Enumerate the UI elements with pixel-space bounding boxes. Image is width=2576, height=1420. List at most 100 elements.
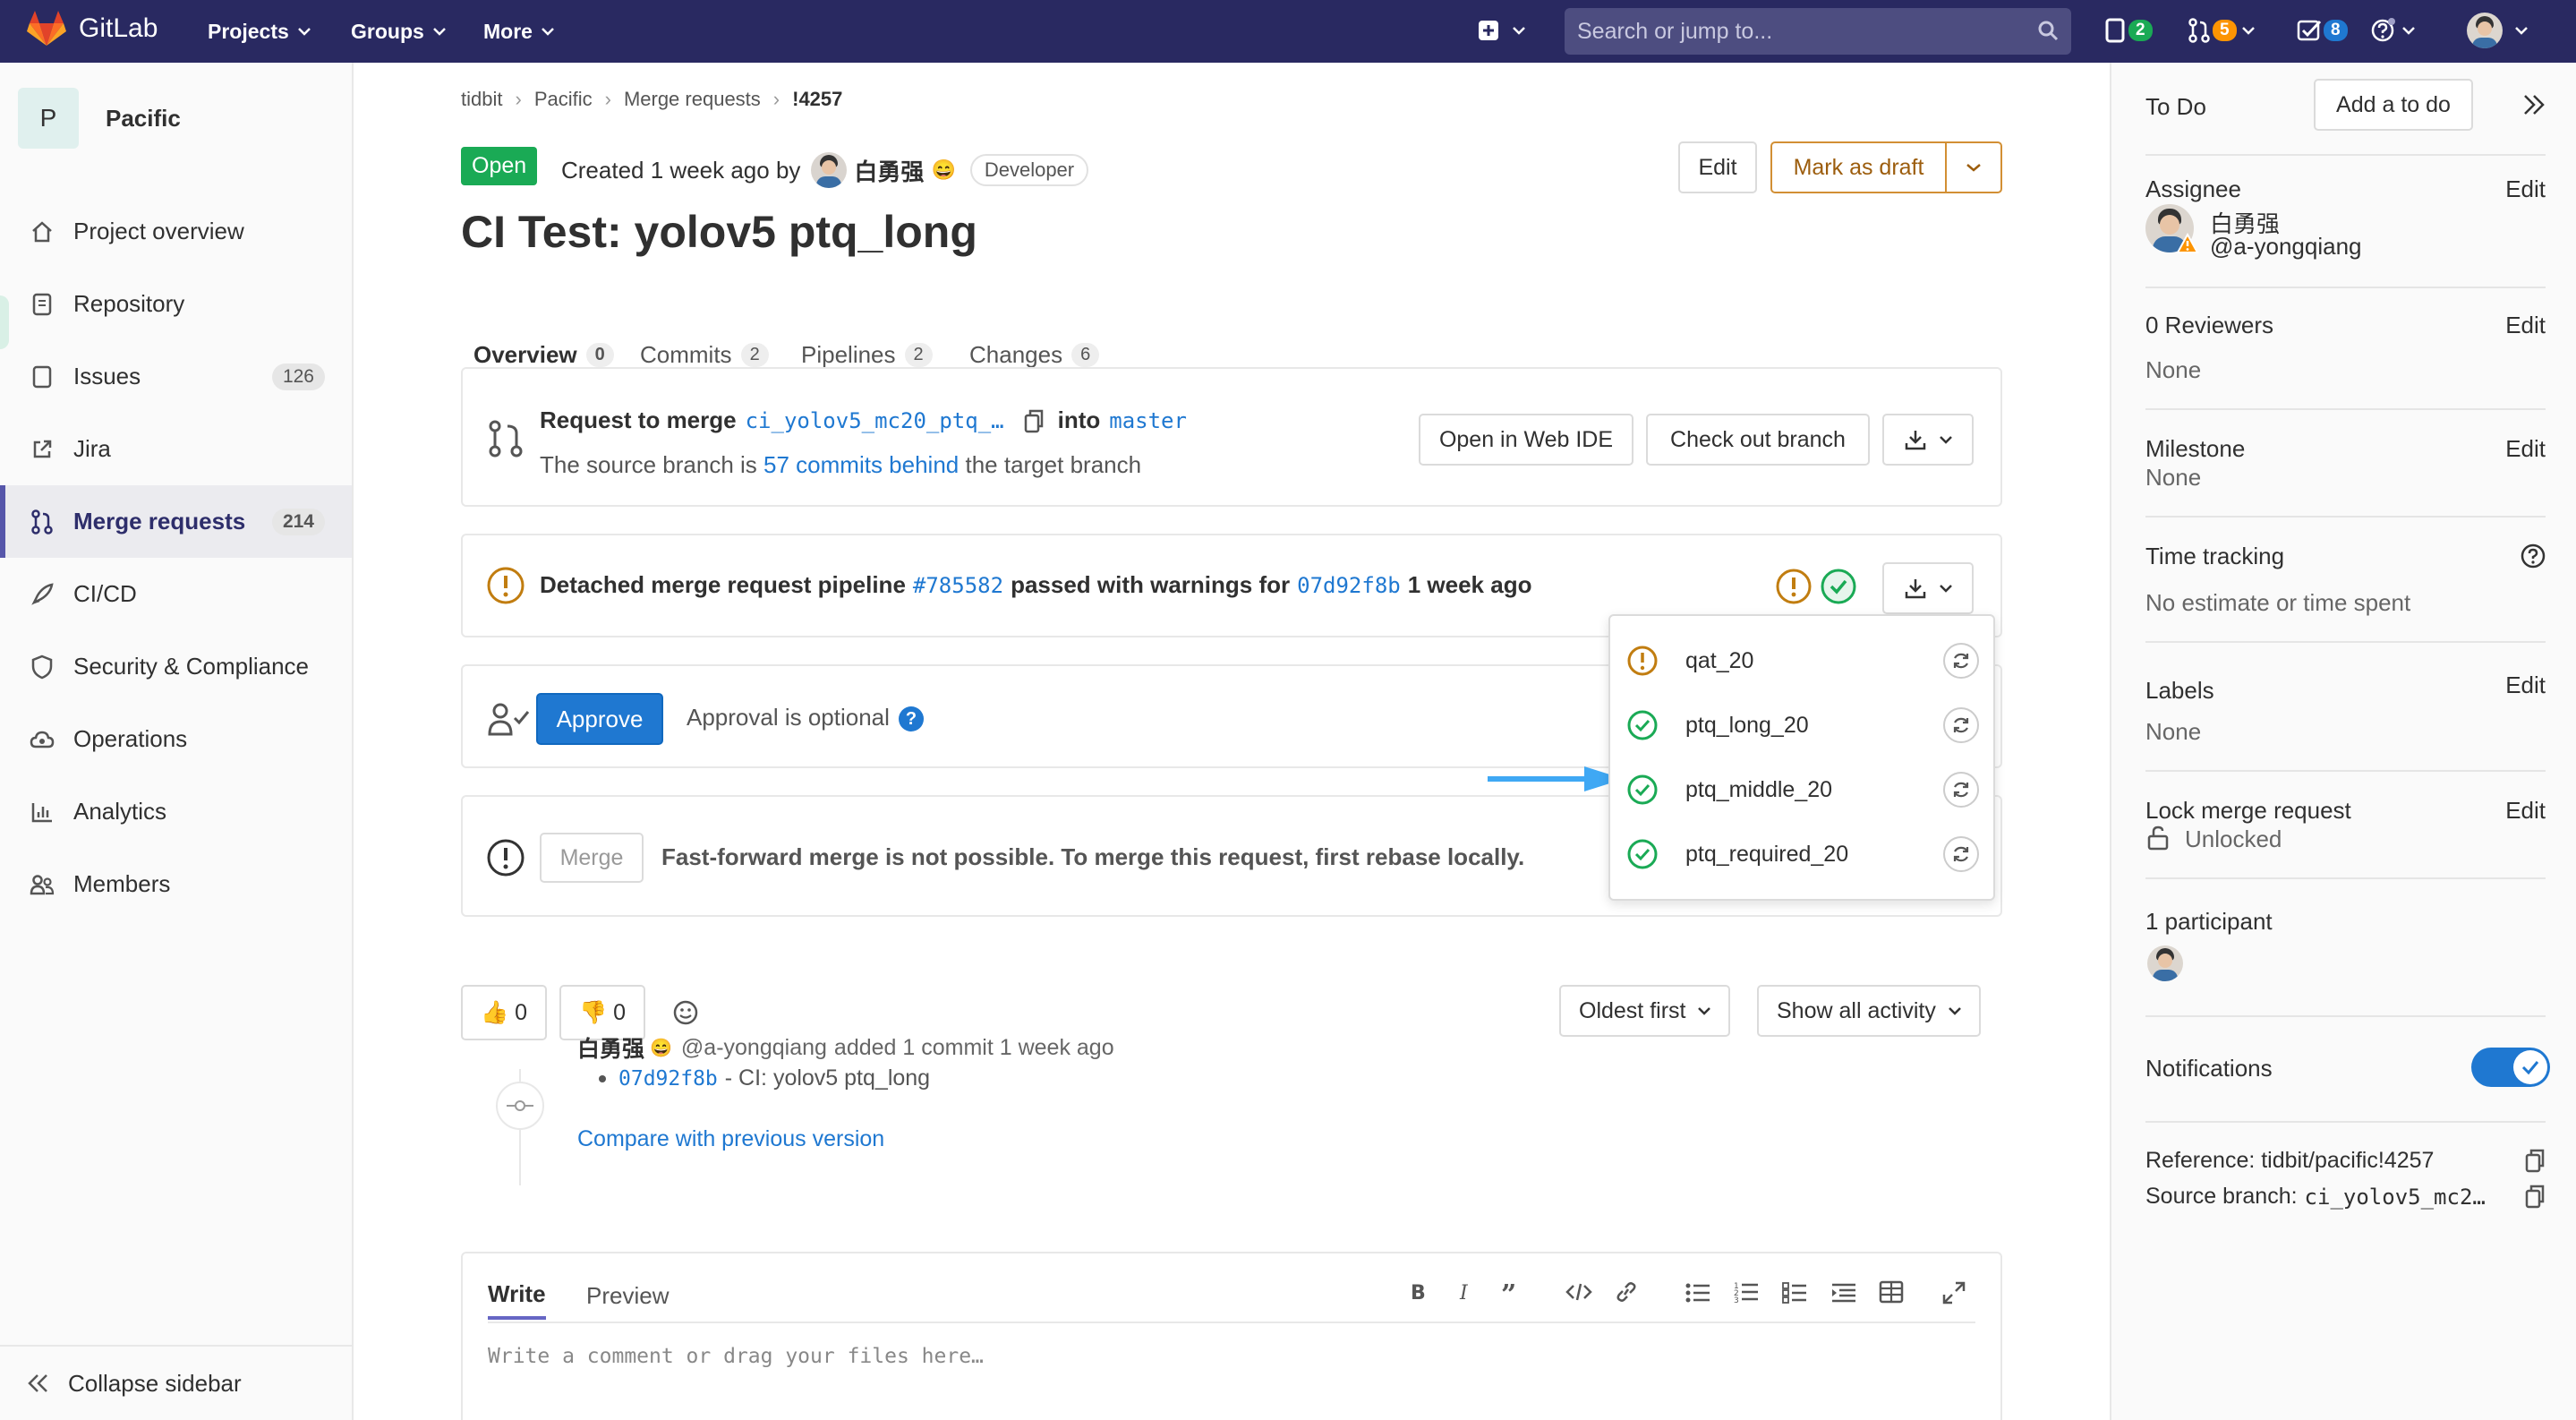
edit-button[interactable]: Edit [1678, 141, 1757, 193]
source-branch-link[interactable]: ci_yolov5_mc20_ptq_… [746, 408, 1004, 433]
help-icon[interactable] [2520, 543, 2546, 569]
breadcrumb-group[interactable]: tidbit [461, 88, 502, 111]
download-dropdown[interactable] [1882, 414, 1974, 466]
thumbs-up-button[interactable]: 👍 0 [461, 985, 547, 1040]
groups-menu[interactable]: Groups [351, 0, 446, 63]
behind-suffix: the target branch [965, 451, 1142, 478]
stage-warning-icon[interactable] [1775, 568, 1813, 605]
collapsible-section-icon[interactable] [1830, 1282, 1857, 1304]
warning-status-icon[interactable] [486, 566, 525, 605]
sidebar-item-members[interactable]: Members [0, 848, 352, 920]
retry-icon[interactable] [1943, 772, 1979, 808]
new-item-dropdown[interactable] [1477, 13, 1525, 48]
pipeline-status-text: passed with warnings for [1011, 571, 1291, 598]
check-out-branch-button[interactable]: Check out branch [1646, 414, 1870, 466]
bullet-list-icon[interactable] [1685, 1282, 1710, 1304]
user-menu[interactable] [2467, 13, 2528, 48]
stage-success-icon[interactable] [1820, 568, 1857, 605]
breadcrumb-merge-requests[interactable]: Merge requests [624, 88, 761, 111]
collapse-sidebar-button[interactable]: Collapse sidebar [0, 1345, 352, 1420]
stage-item-qat[interactable]: qat_20 [1610, 629, 1993, 693]
tab-write[interactable]: Write [488, 1271, 546, 1320]
retry-icon[interactable] [1943, 707, 1979, 743]
target-branch-link[interactable]: master [1109, 408, 1187, 433]
sidebar-item-label: Jira [73, 435, 111, 462]
sidebar-item-merge-requests[interactable]: Merge requests 214 [0, 485, 352, 558]
labels-label: Labels [2145, 677, 2214, 704]
stage-item-ptq-required[interactable]: ptq_required_20 [1610, 822, 1993, 886]
sidebar-item-analytics[interactable]: Analytics [0, 775, 352, 848]
approve-button[interactable]: Approve [536, 693, 663, 745]
add-todo-button[interactable]: Add a to do [2314, 79, 2473, 131]
task-list-icon[interactable] [1782, 1282, 1807, 1304]
compare-versions-link[interactable]: Compare with previous version [577, 1126, 884, 1152]
author-name[interactable]: 白勇强 [854, 154, 924, 187]
draft-options-dropdown[interactable] [1945, 141, 2002, 193]
sidebar-item-operations[interactable]: Operations [0, 703, 352, 775]
add-reaction-icon[interactable] [672, 999, 699, 1026]
help-menu[interactable] [2370, 13, 2415, 48]
bold-icon[interactable]: B [1408, 1280, 1428, 1304]
sidebar-item-repository[interactable]: Repository [0, 268, 352, 340]
retry-icon[interactable] [1943, 836, 1979, 872]
activity-filter-dropdown[interactable]: Show all activity [1757, 985, 1981, 1037]
pipeline-sha-link[interactable]: 07d92f8b [1297, 573, 1401, 598]
open-web-ide-button[interactable]: Open in Web IDE [1419, 414, 1633, 466]
fullscreen-icon[interactable] [1941, 1280, 1966, 1305]
edit-milestone-link[interactable]: Edit [2505, 435, 2546, 463]
issues-nav[interactable]: 2 [2105, 13, 2153, 48]
sidebar-item-security[interactable]: Security & Compliance [0, 630, 352, 703]
stage-item-ptq-middle[interactable]: ptq_middle_20 [1610, 757, 1993, 822]
double-chevron-right-icon[interactable] [2521, 93, 2546, 116]
assignee-handle[interactable]: @a-yongqiang [2210, 233, 2362, 261]
edit-reviewers-link[interactable]: Edit [2505, 312, 2546, 339]
help-icon[interactable]: ? [898, 706, 924, 732]
merge-button[interactable]: Merge [540, 833, 644, 883]
retry-icon[interactable] [1943, 643, 1979, 679]
breadcrumb-current[interactable]: !4257 [792, 88, 842, 111]
edit-assignee-link[interactable]: Edit [2505, 175, 2546, 203]
chevron-down-icon [1966, 164, 1981, 172]
quote-icon[interactable]: ” [1499, 1280, 1524, 1304]
copy-icon[interactable] [1024, 408, 1045, 433]
participant-avatar[interactable] [2147, 945, 2183, 981]
commit-sha-link[interactable]: 07d92f8b [618, 1067, 718, 1091]
table-icon[interactable] [1879, 1280, 1904, 1304]
notifications-toggle[interactable] [2471, 1048, 2550, 1087]
tab-preview[interactable]: Preview [586, 1271, 669, 1320]
sidebar-item-label: Members [73, 870, 171, 897]
link-icon[interactable] [1614, 1280, 1639, 1304]
sidebar-item-issues[interactable]: Issues 126 [0, 340, 352, 413]
artifacts-download-dropdown[interactable] [1882, 562, 1974, 614]
pipeline-id-link[interactable]: #785582 [913, 573, 1003, 598]
projects-menu[interactable]: Projects [208, 0, 311, 63]
bullet [599, 1074, 606, 1082]
sort-order-dropdown[interactable]: Oldest first [1559, 985, 1731, 1037]
todos-nav[interactable]: 8 [2297, 13, 2348, 48]
activity-handle[interactable]: @a-yongqiang [681, 1035, 827, 1061]
project-header[interactable]: P Pacific [18, 88, 181, 149]
code-icon[interactable] [1565, 1282, 1592, 1302]
sidebar-item-jira[interactable]: Jira [0, 413, 352, 485]
edit-labels-link[interactable]: Edit [2505, 672, 2546, 699]
merge-requests-nav[interactable]: 5 [2188, 13, 2255, 48]
mark-as-draft-button[interactable]: Mark as draft [1770, 141, 1947, 193]
comment-textarea[interactable]: Write a comment or drag your files here… [488, 1345, 984, 1368]
sidebar-item-project-overview[interactable]: Project overview [0, 195, 352, 268]
avatar[interactable] [811, 152, 848, 188]
copy-icon[interactable] [2525, 1148, 2546, 1173]
more-menu[interactable]: More [483, 0, 554, 63]
search-input[interactable]: Search or jump to... [1565, 8, 2071, 55]
gitlab-logo[interactable]: GitLab [27, 9, 158, 48]
sidebar-item-cicd[interactable]: CI/CD [0, 558, 352, 630]
copy-icon[interactable] [2525, 1184, 2546, 1209]
stage-item-ptq-long[interactable]: ptq_long_20 [1610, 693, 1993, 757]
breadcrumb-project[interactable]: Pacific [534, 88, 593, 111]
page-title: CI Test: yolov5 ptq_long [461, 207, 977, 257]
edit-lock-link[interactable]: Edit [2505, 797, 2546, 825]
numbered-list-icon[interactable]: 123 [1734, 1280, 1759, 1304]
italic-icon[interactable]: I [1456, 1280, 1476, 1304]
commits-behind-link[interactable]: 57 commits behind [763, 451, 959, 478]
divider [2145, 641, 2546, 643]
activity-author[interactable]: 白勇强 [577, 1031, 644, 1064]
